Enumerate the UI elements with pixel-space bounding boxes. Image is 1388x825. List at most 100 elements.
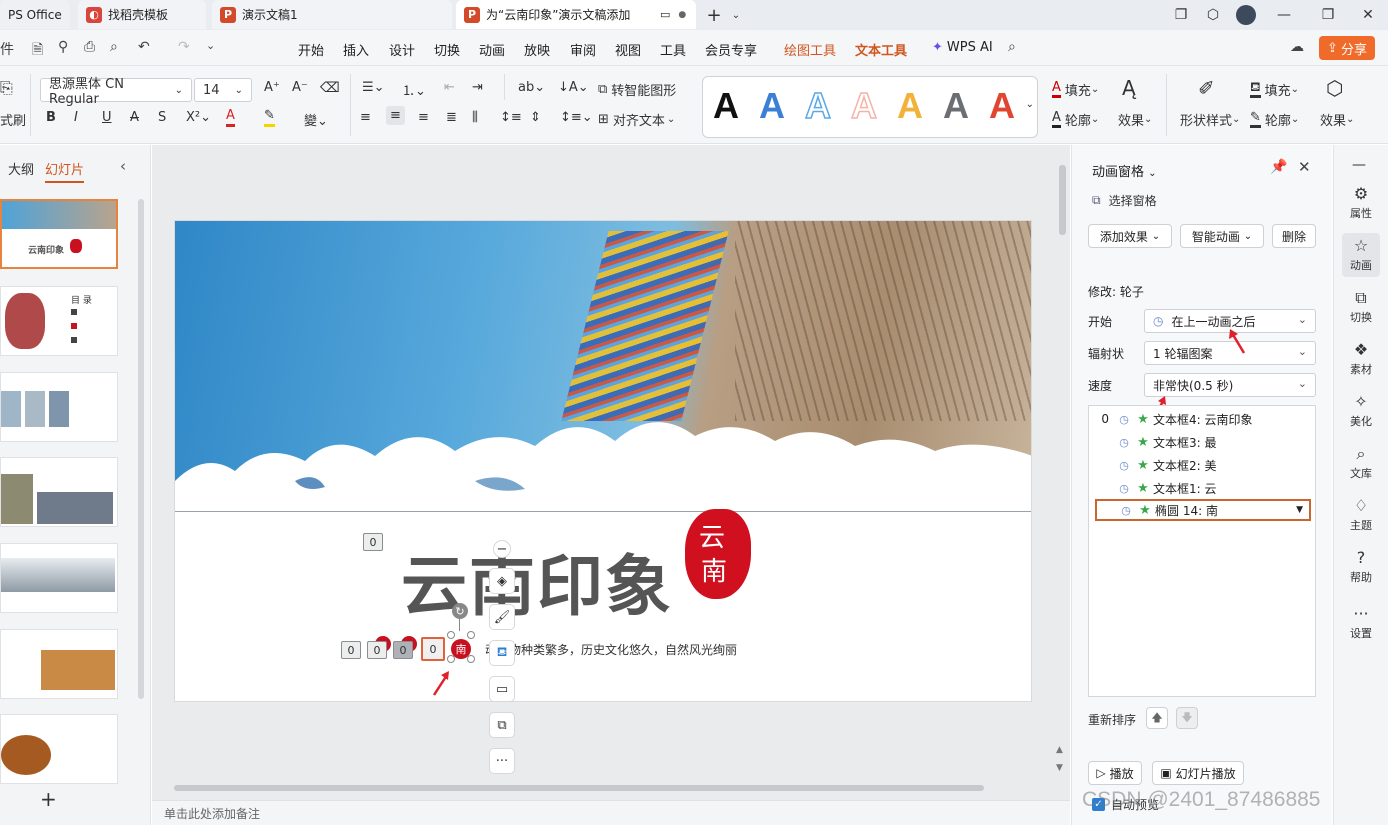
font-name-select[interactable]: 思源黑体 CN Regular ⌄ — [40, 77, 192, 107]
increase-indent-icon[interactable]: ⇥ — [472, 80, 483, 95]
tab-current-doc[interactable]: P 为“云南印象”演示文稿添加 ▭ ● — [456, 0, 696, 29]
text-direction-icon[interactable]: ab⌄ — [518, 80, 545, 95]
resize-handle[interactable] — [447, 655, 455, 663]
pane-title[interactable]: 动画窗格 ⌄ — [1092, 161, 1157, 180]
search-icon[interactable]: ⌕ — [1008, 39, 1016, 55]
delete-button[interactable]: 删除 — [1272, 224, 1316, 248]
monitor-icon[interactable]: ▭ — [660, 8, 670, 21]
text-style-gray[interactable]: A — [943, 85, 969, 127]
layers-icon[interactable]: ◈ — [489, 568, 515, 594]
shrink-font-icon[interactable]: A⁻ — [292, 80, 308, 95]
phonetic-icon[interactable]: 變⌄ — [304, 110, 328, 129]
file-menu-icon[interactable]: 件 — [0, 39, 14, 59]
resize-handle[interactable] — [467, 631, 475, 639]
animation-item-selected[interactable]: ◷ ★ 椭圆 14: 南 ▼ — [1095, 499, 1311, 521]
resize-handle[interactable] — [447, 631, 455, 639]
redo-icon[interactable]: ↷ — [178, 39, 190, 55]
italic-icon[interactable]: I — [74, 110, 78, 125]
clear-format-icon[interactable]: ⌫ — [320, 80, 340, 96]
add-slide-button[interactable]: + — [40, 787, 57, 811]
align-text-button[interactable]: ⊞ 对齐文本 ⌄ — [598, 110, 675, 129]
more-options-icon[interactable]: ··· — [489, 748, 515, 774]
menu-review[interactable]: 审阅 — [570, 40, 596, 59]
slide-thumbnail-2[interactable]: 目 录 — [0, 286, 118, 356]
text-style-blue[interactable]: A — [759, 85, 785, 127]
slide-thumbnail-5[interactable] — [0, 543, 118, 613]
bold-icon[interactable]: B — [46, 110, 56, 125]
menu-view[interactable]: 视图 — [615, 40, 641, 59]
vertical-scrollbar[interactable] — [1059, 165, 1066, 235]
text-style-pink[interactable]: A — [850, 84, 878, 127]
menu-slideshow[interactable]: 放映 — [524, 40, 550, 59]
sidebar-item-transition[interactable]: ⧉ 切换 — [1342, 285, 1380, 329]
text-effect-button[interactable]: 效果 ⌄ — [1118, 110, 1152, 129]
justify-icon[interactable]: ≣ — [446, 110, 457, 125]
tab-presentation-1[interactable]: P 演示文稿1 — [212, 0, 452, 29]
sidebar-item-theme[interactable]: ♢ 主题 — [1342, 493, 1380, 537]
minimize-icon[interactable]: — — [1274, 5, 1294, 25]
shape-effect-icon[interactable]: ⬡ — [1326, 76, 1343, 100]
close-icon[interactable]: ✕ — [1358, 5, 1378, 25]
undo-icon[interactable]: ↶ — [138, 39, 150, 55]
window-layout-icon[interactable]: ❐ — [1171, 5, 1191, 25]
avatar[interactable] — [1236, 5, 1256, 25]
align-left-icon[interactable]: ≡ — [360, 110, 371, 125]
menu-transition[interactable]: 切换 — [434, 40, 460, 59]
slide-thumbnail-6[interactable] — [0, 629, 118, 699]
format-painter-label[interactable]: 式刷 — [0, 110, 26, 129]
menu-insert[interactable]: 插入 — [343, 40, 369, 59]
sidebar-item-assets[interactable]: ❖ 素材 — [1342, 337, 1380, 381]
slide-thumbnail-4[interactable] — [0, 457, 118, 527]
align-right-icon[interactable]: ≡ — [418, 110, 429, 125]
slide-thumbnail-7[interactable] — [0, 714, 118, 784]
animation-item[interactable]: 0 ◷ ★ 文本框4: 云南印象 — [1089, 408, 1315, 430]
slide-thumbnail-3[interactable] — [0, 372, 118, 442]
text-style-black[interactable]: A — [713, 85, 739, 127]
format-painter-icon[interactable]: ⎘ — [0, 78, 13, 98]
text-style-red[interactable]: A — [989, 85, 1015, 127]
animation-item[interactable]: ◷ ★ 文本框1: 云 — [1089, 477, 1315, 499]
animation-order-tag[interactable]: 0 — [363, 533, 383, 551]
smart-animation-button[interactable]: 智能动画 ⌄ — [1180, 224, 1264, 248]
animation-order-tag[interactable]: 0 — [341, 641, 361, 659]
more-chevron-icon[interactable]: ⌄ — [206, 39, 215, 52]
shape-outline-button[interactable]: ✎ 轮廓 ⌄ — [1250, 110, 1299, 129]
brush-icon[interactable]: 🖌 — [489, 604, 515, 630]
play-button[interactable]: ▷ 播放 — [1088, 761, 1142, 785]
move-up-button[interactable]: 🡅 — [1146, 707, 1168, 729]
copy-style-icon[interactable]: ⧉ — [489, 712, 515, 738]
slide-title[interactable]: 云南印象 — [401, 533, 673, 629]
tab-outline[interactable]: 大纲 — [8, 159, 34, 178]
close-pane-icon[interactable]: ✕ — [1298, 158, 1311, 176]
slideshow-button[interactable]: ▣ 幻灯片播放 — [1152, 761, 1244, 785]
link-icon[interactable]: ⚲ — [58, 39, 68, 55]
sidebar-item-properties[interactable]: ⚙ 属性 — [1342, 181, 1380, 225]
tab-docer-templates[interactable]: ◐ 找稻壳模板 — [78, 0, 206, 29]
shadow-s-icon[interactable]: S — [158, 110, 166, 125]
shape-fill-button[interactable]: ⛾ 填充 ⌄ — [1250, 80, 1299, 99]
notes-placeholder[interactable]: 单击此处添加备注 — [164, 805, 260, 822]
chevron-down-icon[interactable]: ⌄ — [726, 5, 746, 25]
collapse-pane-icon[interactable]: ‹ — [120, 157, 126, 175]
resize-handle[interactable] — [467, 655, 475, 663]
convert-smart-art-button[interactable]: ⧉ 转智能图形 — [598, 80, 676, 99]
animation-order-tag[interactable]: 0 — [393, 641, 413, 659]
text-outline-button[interactable]: A 轮廓 ⌄ — [1052, 110, 1099, 129]
shape-style-icon[interactable]: ✐ — [1198, 76, 1215, 100]
thumb-scrollbar[interactable] — [138, 199, 144, 699]
collapse-toolbar-icon[interactable]: − — [493, 540, 511, 558]
frame-icon[interactable]: ▭ — [489, 676, 515, 702]
select-pane-button[interactable]: ⧉ 选择窗格 — [1092, 192, 1157, 209]
wps-ai-button[interactable]: ✦ WPS AI — [932, 40, 993, 55]
animation-item[interactable]: ◷ ★ 文本框3: 最 — [1089, 431, 1315, 453]
font-size-select[interactable]: 14 ⌄ — [194, 78, 252, 102]
strikethrough-icon[interactable]: A — [130, 110, 139, 125]
sidebar-item-settings[interactable]: ··· 设置 — [1342, 601, 1380, 645]
bullet-list-icon[interactable]: ☰⌄ — [362, 80, 385, 95]
menu-member[interactable]: 会员专享 — [705, 40, 757, 59]
menu-home[interactable]: 开始 — [298, 40, 324, 59]
line-spacing-icon[interactable]: ↕≡ — [500, 110, 522, 125]
text-style-light-blue[interactable]: A — [804, 84, 832, 127]
share-button[interactable]: ⇪ 分享 — [1319, 36, 1375, 60]
menu-drawing-tools[interactable]: 绘图工具 — [784, 40, 836, 59]
